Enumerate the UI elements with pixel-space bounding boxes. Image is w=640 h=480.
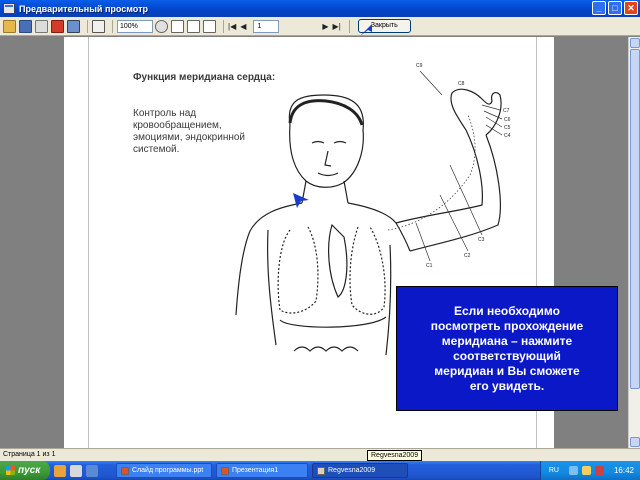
vertical-scrollbar[interactable] [628,37,640,448]
zoom-icon[interactable] [155,19,168,33]
instruction-callout: Если необходимо посмотреть прохождение м… [396,286,618,411]
scroll-up-button[interactable] [630,38,640,48]
first-page-icon[interactable]: |◀ [228,22,236,31]
taskbar-item-label: Regvesna2009 [328,467,376,474]
start-label: пуск [18,465,41,476]
taskbar-item-regvesna[interactable]: Regvesna2009 [312,463,408,478]
minimize-button[interactable]: _ [592,1,606,15]
page-number-input[interactable]: 1 [253,19,280,33]
save-icon[interactable] [19,19,32,33]
figure-label-c6: C6 [504,117,511,123]
status-bar: Страница 1 из 1 [0,448,640,461]
page-count-status: Страница 1 из 1 [3,451,56,458]
previous-page-icon[interactable]: ◀ [240,22,246,31]
volume-icon[interactable] [581,466,591,475]
clock[interactable]: 16:42 [614,466,634,475]
taskbar-tooltip: Regvesna2009 [367,450,423,461]
toolbar-separator [112,19,113,33]
toolbar-separator [348,19,350,33]
app-icon [3,3,15,14]
figure-label-c3: C3 [478,237,485,243]
scroll-thumb[interactable] [630,49,640,389]
last-page-icon[interactable]: ▶| [333,22,341,31]
powerpoint-icon [121,466,129,475]
zoom-select[interactable]: 100% [117,19,153,33]
quicklaunch-folder-icon[interactable] [54,464,66,477]
find-icon[interactable] [92,19,105,33]
callout-text: Если необходимо посмотреть прохождение м… [430,303,584,393]
windows-taskbar: пуск Слайд программы.ppt Презентация1 Re… [0,461,640,480]
pdf-export-icon[interactable] [51,19,64,33]
scroll-down-button[interactable] [630,437,640,447]
open-folder-icon[interactable] [3,19,16,33]
multi-page-icon[interactable] [203,19,216,33]
window-titlebar: Предварительный просмотр _ □ ✕ [0,0,640,17]
figure-label-c2: C2 [464,253,471,259]
toolbar-separator [87,19,88,33]
language-indicator[interactable]: RU [549,467,559,474]
print-icon[interactable] [35,19,48,33]
taskbar-item-slide[interactable]: Слайд программы.ppt [116,463,212,478]
close-window-button[interactable]: ✕ [624,1,638,15]
next-page-icon[interactable]: ▶ [322,22,328,31]
system-tray: RU 16:42 [540,461,640,480]
two-pages-icon[interactable] [187,19,200,33]
network-icon[interactable] [568,466,578,475]
quicklaunch-desktop-icon[interactable] [70,464,82,477]
toolbar-separator [223,19,224,33]
preview-window-icon [317,466,325,475]
quicklaunch-browser-icon[interactable] [86,464,98,477]
page-margin-line [88,37,89,448]
figure-label-c5: C5 [504,125,511,131]
preview-toolbar: 100% |◀ ◀ 1 ▶ ▶| Закрыть [0,17,640,36]
email-icon[interactable] [67,19,80,33]
maximize-button[interactable]: □ [608,1,622,15]
start-button[interactable]: пуск [0,461,50,480]
mouse-cursor-icon [360,24,372,36]
figure-label-c4: C4 [504,133,511,139]
antivirus-icon[interactable] [594,466,604,475]
windows-logo-icon [6,466,15,475]
figure-label-c1: C1 [426,263,433,269]
powerpoint-icon [221,466,229,475]
figure-label-c8: C8 [458,81,465,87]
pointer-arrow-icon [293,193,309,208]
window-controls: _ □ ✕ [592,1,638,15]
figure-label-c9: C9 [416,63,423,69]
taskbar-item-presentation[interactable]: Презентация1 [216,463,308,478]
taskbar-item-label: Слайд программы.ppt [132,467,204,474]
figure-label-c7: C7 [503,108,510,114]
taskbar-item-label: Презентация1 [232,467,279,474]
one-page-icon[interactable] [171,19,184,33]
window-title: Предварительный просмотр [19,3,148,14]
